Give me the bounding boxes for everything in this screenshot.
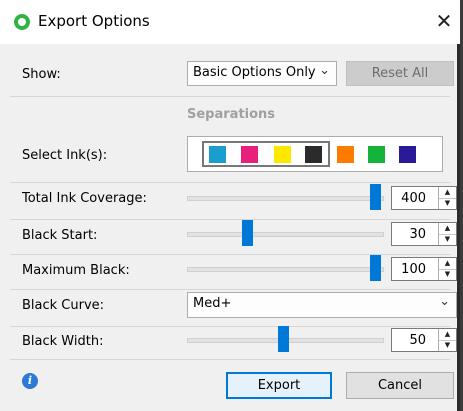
- black-start-value: 30: [409, 227, 426, 242]
- spin-arrows: ▲ ▼: [438, 258, 456, 280]
- divider: [10, 219, 450, 220]
- close-icon[interactable]: ✕: [430, 6, 458, 36]
- dialog-title: Export Options: [38, 12, 150, 30]
- divider: [10, 289, 450, 290]
- divider: [10, 359, 450, 360]
- total-ink-slider-thumb[interactable]: [370, 184, 381, 210]
- ink-selector: [187, 136, 443, 172]
- divider: [10, 182, 450, 183]
- show-label: Show:: [22, 67, 61, 82]
- spin-down-icon[interactable]: ▼: [439, 340, 456, 351]
- total-ink-coverage-label: Total Ink Coverage:: [22, 191, 147, 206]
- spin-arrows: ▲ ▼: [438, 187, 456, 209]
- black-start-spinbox[interactable]: 30 ▲ ▼: [391, 222, 457, 246]
- chevron-down-icon: ⌄: [319, 63, 330, 78]
- black-curve-value: Med+: [193, 296, 232, 311]
- export-options-dialog: Export Options ✕ Show: Basic Options Onl…: [0, 0, 460, 411]
- export-button[interactable]: Export: [226, 372, 332, 399]
- spin-arrows: ▲ ▼: [438, 329, 456, 351]
- cancel-button[interactable]: Cancel: [346, 372, 454, 399]
- show-dropdown[interactable]: Basic Options Only ⌄: [187, 61, 337, 86]
- black-start-label: Black Start:: [22, 228, 98, 243]
- separations-heading: Separations: [187, 107, 276, 122]
- divider: [10, 326, 450, 327]
- chevron-down-icon: ⌄: [439, 294, 450, 309]
- black-width-spinbox[interactable]: 50 ▲ ▼: [391, 328, 457, 352]
- select-inks-label: Select Ink(s):: [22, 148, 108, 163]
- black-width-slider-thumb[interactable]: [278, 326, 289, 352]
- show-dropdown-value: Basic Options Only: [193, 65, 316, 80]
- divider: [10, 254, 450, 255]
- spin-down-icon[interactable]: ▼: [439, 198, 456, 209]
- black-width-value: 50: [409, 333, 426, 348]
- black-start-slider-track[interactable]: [187, 232, 384, 237]
- maximum-black-slider-thumb[interactable]: [370, 255, 381, 281]
- ink-swatch-black[interactable]: [305, 146, 322, 163]
- black-width-label: Black Width:: [22, 334, 104, 349]
- app-icon: [14, 14, 30, 30]
- maximum-black-value: 100: [401, 262, 426, 277]
- black-curve-dropdown[interactable]: Med+ ⌄: [187, 292, 457, 318]
- spin-down-icon[interactable]: ▼: [439, 269, 456, 280]
- spin-arrows: ▲ ▼: [438, 223, 456, 245]
- black-curve-label: Black Curve:: [22, 298, 105, 313]
- ink-swatch-green[interactable]: [368, 146, 385, 163]
- ink-swatch-yellow[interactable]: [274, 146, 291, 163]
- maximum-black-spinbox[interactable]: 100 ▲ ▼: [391, 257, 457, 281]
- ink-swatch-cyan[interactable]: [209, 146, 226, 163]
- total-ink-slider-track[interactable]: [187, 196, 384, 201]
- title-bar: Export Options ✕: [0, 0, 460, 44]
- ink-swatch-magenta[interactable]: [241, 146, 258, 163]
- divider: [10, 96, 450, 97]
- reset-all-button[interactable]: Reset All: [346, 61, 454, 86]
- spin-down-icon[interactable]: ▼: [439, 234, 456, 245]
- black-start-slider-thumb[interactable]: [242, 220, 253, 246]
- maximum-black-label: Maximum Black:: [22, 263, 130, 278]
- ink-swatch-orange[interactable]: [337, 146, 354, 163]
- total-ink-value: 400: [401, 191, 426, 206]
- info-icon[interactable]: i: [22, 373, 38, 389]
- ink-swatch-violet[interactable]: [399, 146, 416, 163]
- total-ink-spinbox[interactable]: 400 ▲ ▼: [391, 186, 457, 210]
- maximum-black-slider-track[interactable]: [187, 267, 384, 272]
